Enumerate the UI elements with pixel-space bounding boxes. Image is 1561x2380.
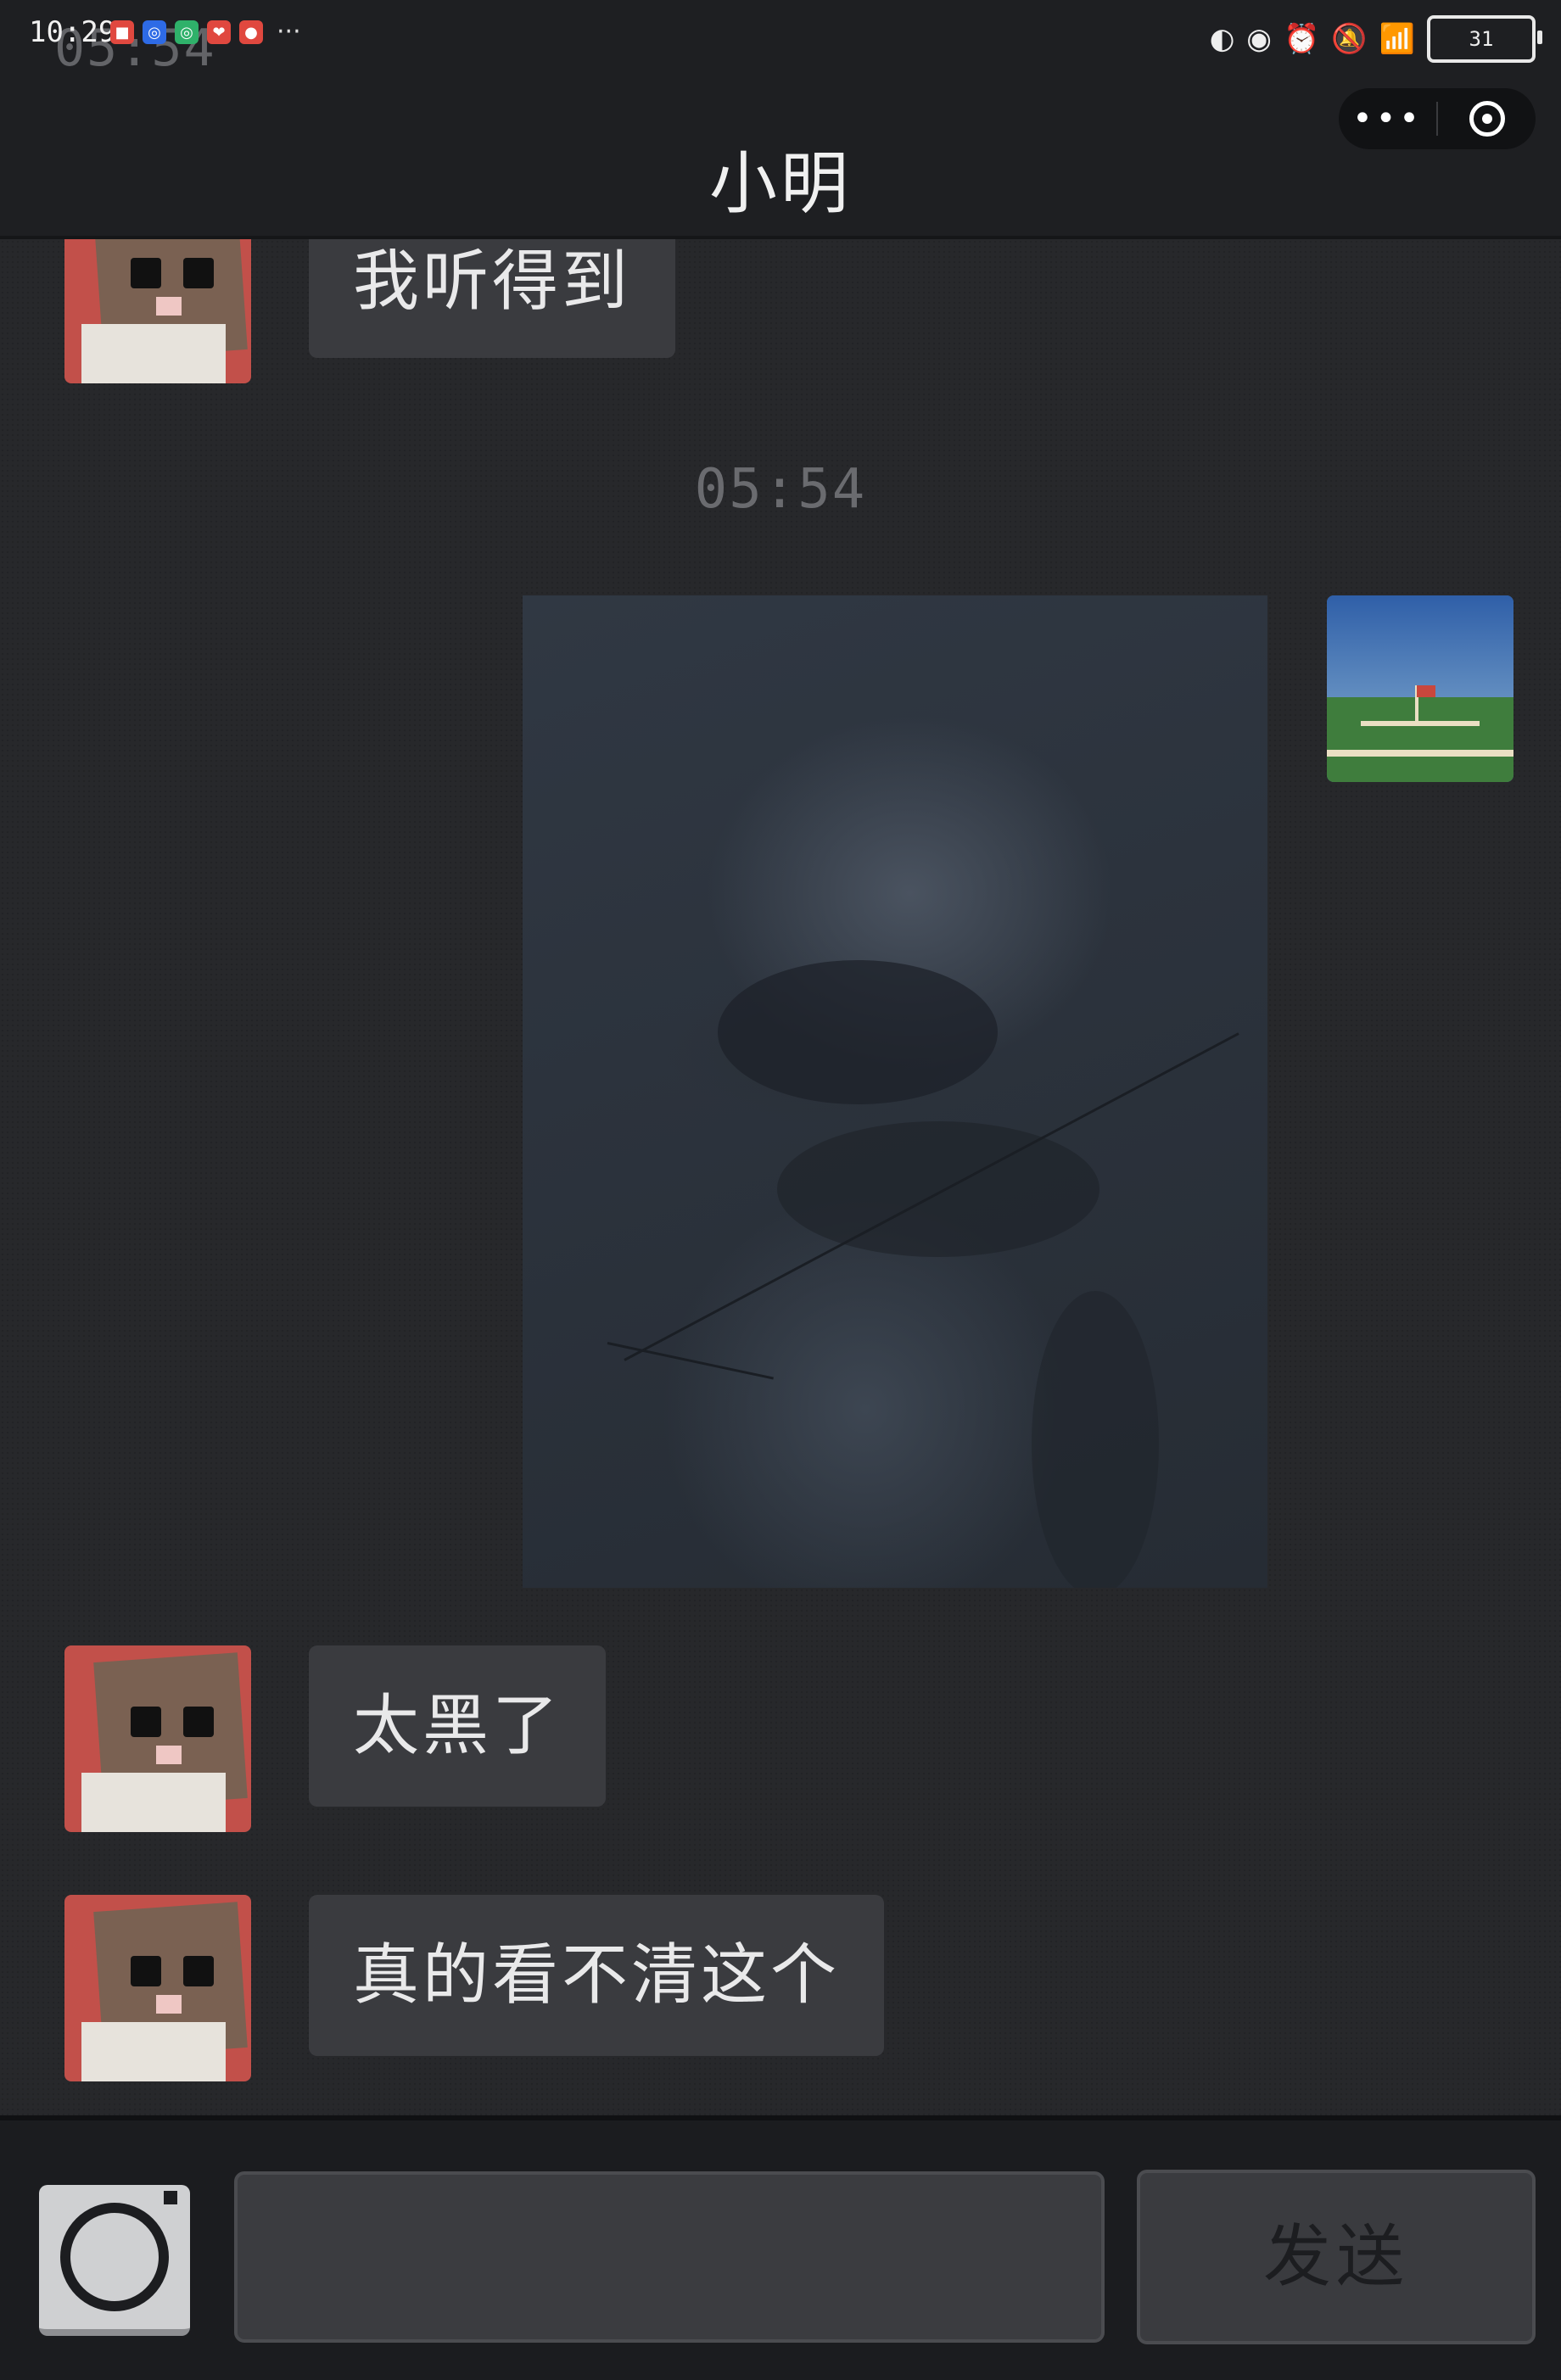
- send-button[interactable]: 发送: [1137, 2170, 1536, 2344]
- alarm-icon: ⏰: [1283, 22, 1320, 56]
- status-indicators: ◐ ◉ ⏰ 🔕 📶 31: [1209, 15, 1542, 63]
- app-notification-icon: ◎: [175, 20, 199, 44]
- contact-avatar[interactable]: [64, 1895, 251, 2081]
- camera-icon: [60, 2191, 177, 2311]
- message-bubble: 真的看不清这个: [309, 1895, 885, 2056]
- app-notification-icon: ●: [239, 20, 263, 44]
- wifi-icon: 📶: [1379, 22, 1415, 56]
- contact-avatar[interactable]: [64, 1645, 251, 1832]
- status-more-icon: ···: [277, 17, 301, 47]
- app-notification-icon: ❤: [207, 20, 231, 44]
- app-notification-icon: ◎: [143, 20, 166, 44]
- battery-icon: 31: [1427, 15, 1542, 63]
- battery-level: 31: [1469, 27, 1494, 51]
- camera-button[interactable]: [39, 2185, 190, 2336]
- sent-image[interactable]: [523, 595, 1267, 1588]
- eye-icon: ◉: [1246, 22, 1272, 56]
- status-time: 10:29: [29, 15, 116, 49]
- message-bubble: 太黑了: [309, 1645, 607, 1807]
- target-icon: [1469, 101, 1505, 137]
- more-icon[interactable]: •••: [1339, 102, 1436, 136]
- bell-off-icon: 🔕: [1331, 22, 1368, 56]
- my-avatar[interactable]: [1327, 595, 1513, 782]
- close-target-button[interactable]: [1438, 101, 1536, 137]
- mini-program-capsule: •••: [1339, 88, 1536, 149]
- nav-bar: 小明 •••: [0, 76, 1561, 239]
- app-notification-icon: ■: [110, 20, 134, 44]
- status-app-icons: ■ ◎ ◎ ❤ ● ···: [110, 17, 301, 47]
- nfc-icon: ◐: [1209, 22, 1235, 56]
- chat-title: 小明: [709, 144, 852, 223]
- composer-bar: 发送: [0, 2115, 1561, 2380]
- message-timestamp: 05:54: [694, 458, 867, 521]
- message-input[interactable]: [234, 2171, 1105, 2343]
- status-bar: 05:54 10:29 ■ ◎ ◎ ❤ ● ··· ◐ ◉ ⏰ 🔕 📶 31: [0, 0, 1561, 78]
